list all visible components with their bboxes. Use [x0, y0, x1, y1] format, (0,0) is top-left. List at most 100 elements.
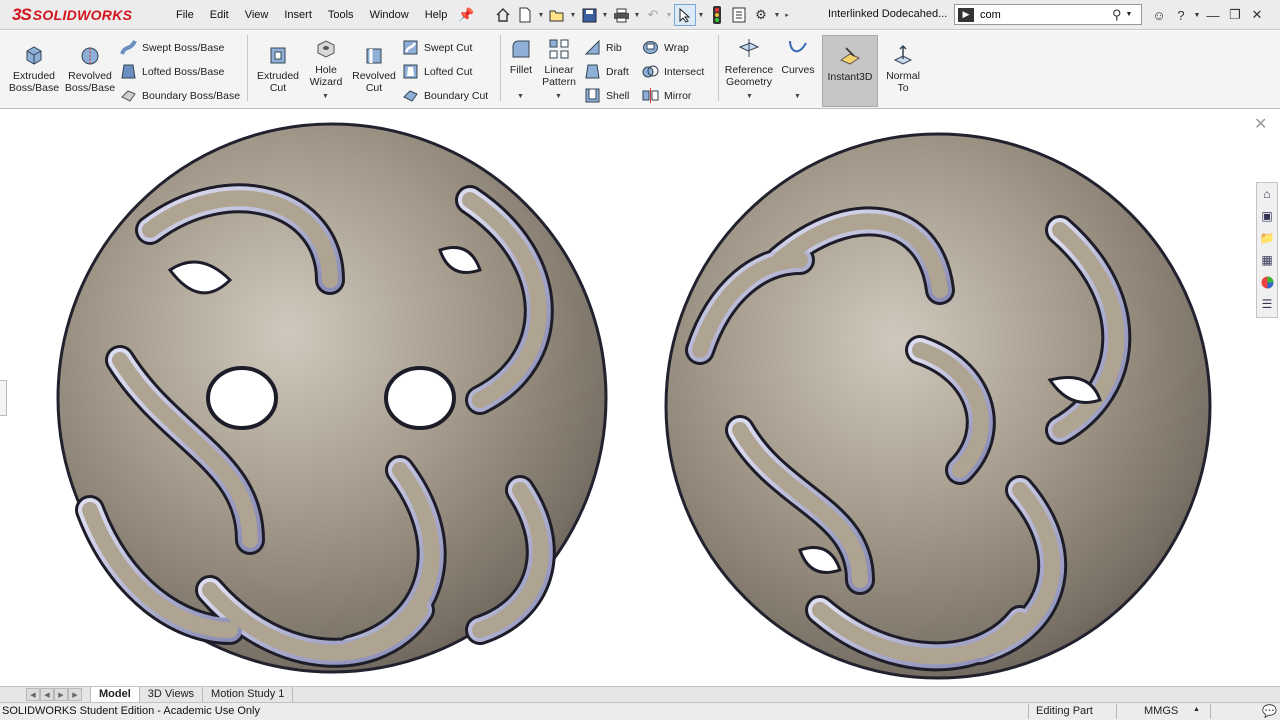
first-tab-icon[interactable]: ◀: [26, 688, 40, 701]
file-explorer-icon[interactable]: ▦: [1257, 249, 1277, 271]
chevron-down-icon[interactable]: ▼: [568, 4, 578, 26]
user-icon[interactable]: ☺: [1148, 8, 1170, 23]
lofted-cut-button[interactable]: Lofted Cut: [402, 63, 472, 80]
quick-access-toolbar: ▼ ▼ ▼ ▼ ↶ ▼ ▼ ⚙ ▼ ▸: [492, 3, 792, 27]
hole-wizard-button[interactable]: Hole Wizard: [304, 37, 348, 88]
open-icon[interactable]: [546, 4, 568, 26]
pin-menu-icon[interactable]: 📌: [458, 7, 474, 23]
chevron-down-icon[interactable]: ▼: [555, 93, 562, 100]
search-box[interactable]: ▶ ⚲ ▼: [954, 4, 1142, 25]
folder-icon[interactable]: 📁: [1257, 227, 1277, 249]
instant3d-button[interactable]: Instant3D: [822, 35, 878, 107]
print-icon[interactable]: [610, 4, 632, 26]
reference-geometry-button[interactable]: Reference Geometry: [722, 37, 776, 88]
menu-view[interactable]: View: [237, 9, 277, 21]
normal-to-button[interactable]: Normal To: [882, 43, 924, 94]
dodecahedron-sphere-left[interactable]: [56, 122, 608, 674]
tab-model[interactable]: Model: [90, 687, 140, 703]
tab-motion-study[interactable]: Motion Study 1: [203, 687, 294, 703]
lofted-boss-button[interactable]: Lofted Boss/Base: [120, 63, 224, 80]
intersect-button[interactable]: Intersect: [642, 63, 704, 80]
minimize-icon[interactable]: —: [1202, 8, 1224, 23]
chevron-up-icon[interactable]: ▲: [1193, 706, 1200, 713]
chevron-down-icon[interactable]: ▼: [322, 93, 329, 100]
traffic-light-icon[interactable]: [706, 4, 728, 26]
boundary-boss-label: Boundary Boss/Base: [142, 89, 241, 102]
close-icon[interactable]: ✕: [1254, 114, 1267, 134]
chevron-down-icon[interactable]: ▼: [536, 4, 546, 26]
swept-boss-label: Swept Boss/Base: [142, 41, 225, 54]
chevron-down-icon[interactable]: ▼: [746, 93, 753, 100]
shell-button[interactable]: Shell: [584, 87, 629, 104]
options-icon[interactable]: ⚙: [750, 4, 772, 26]
curves-button[interactable]: Curves: [780, 37, 816, 76]
expand-icon[interactable]: ▸: [782, 4, 792, 26]
tab-3d-views[interactable]: 3D Views: [140, 687, 204, 703]
draft-button[interactable]: Draft: [584, 63, 629, 80]
menu-tools[interactable]: Tools: [320, 9, 362, 21]
menu-window[interactable]: Window: [362, 9, 417, 21]
save-icon[interactable]: [578, 4, 600, 26]
last-tab-icon[interactable]: ▶: [68, 688, 82, 701]
chevron-down-icon[interactable]: ▼: [772, 4, 782, 26]
boundary-cut-button[interactable]: Boundary Cut: [402, 87, 488, 104]
search-icon[interactable]: ⚲: [1112, 7, 1122, 23]
normal-to-icon: [893, 44, 913, 65]
boundary-boss-button[interactable]: Boundary Boss/Base: [120, 87, 240, 104]
unit-system[interactable]: MMGS: [1144, 705, 1178, 717]
appearances-icon[interactable]: [1257, 271, 1277, 293]
command-search-icon[interactable]: ▶: [958, 7, 974, 22]
search-input[interactable]: [980, 8, 1110, 21]
wrap-button[interactable]: Wrap: [642, 39, 689, 56]
feature-manager-handle[interactable]: [0, 380, 7, 416]
revolved-cut-button[interactable]: Revolved Cut: [350, 43, 398, 94]
help-icon[interactable]: ?: [1170, 8, 1192, 23]
chevron-down-icon[interactable]: ▼: [664, 4, 674, 26]
dodecahedron-sphere-right[interactable]: [664, 132, 1212, 680]
model-canvas[interactable]: [0, 110, 1250, 686]
chevron-down-icon[interactable]: ▼: [1126, 11, 1133, 18]
undo-icon[interactable]: ↶: [642, 4, 664, 26]
resources-icon[interactable]: ▣: [1257, 205, 1277, 227]
linear-pattern-icon: [549, 39, 569, 59]
mirror-button[interactable]: Mirror: [642, 87, 691, 104]
menu-help[interactable]: Help: [417, 9, 456, 21]
menu-insert[interactable]: Insert: [276, 9, 320, 21]
chevron-down-icon[interactable]: ▼: [794, 93, 801, 100]
rib-icon: [584, 39, 600, 55]
swept-cut-label: Swept Cut: [424, 41, 473, 54]
revolved-boss-button[interactable]: Revolved Boss/Base: [64, 43, 116, 94]
chevron-down-icon[interactable]: ▼: [517, 93, 524, 100]
linear-pattern-button[interactable]: Linear Pattern: [538, 37, 580, 88]
close-icon[interactable]: ✕: [1246, 7, 1268, 23]
restore-icon[interactable]: ❐: [1224, 7, 1246, 23]
previous-tab-icon[interactable]: ◀: [40, 688, 54, 701]
extruded-boss-icon: [26, 46, 42, 65]
custom-properties-icon[interactable]: ☰: [1257, 293, 1277, 315]
home-icon[interactable]: [492, 4, 514, 26]
swept-cut-button[interactable]: Swept Cut: [402, 39, 472, 56]
solidworks-logo[interactable]: 3S SOLIDWORKS: [12, 2, 132, 28]
menu-file[interactable]: File: [168, 9, 202, 21]
chevron-down-icon[interactable]: ▼: [632, 4, 642, 26]
chevron-down-icon[interactable]: ▼: [1192, 12, 1202, 19]
extruded-boss-button[interactable]: Extruded Boss/Base: [8, 43, 60, 94]
rib-button[interactable]: Rib: [584, 39, 622, 56]
next-tab-icon[interactable]: ▶: [54, 688, 68, 701]
intersect-label: Intersect: [664, 65, 705, 78]
chevron-down-icon[interactable]: ▼: [696, 4, 706, 26]
graphics-viewport[interactable]: ✕ ⌂ ▣ 📁 ▦ ☰: [0, 110, 1280, 686]
swept-boss-button[interactable]: Swept Boss/Base: [120, 39, 224, 56]
file-properties-icon[interactable]: [728, 4, 750, 26]
new-icon[interactable]: [514, 4, 536, 26]
extruded-cut-button[interactable]: Extruded Cut: [254, 43, 302, 94]
select-icon[interactable]: [674, 4, 696, 26]
notification-icon[interactable]: 💬: [1262, 704, 1277, 718]
home-icon[interactable]: ⌂: [1257, 183, 1277, 205]
boundary-cut-label: Boundary Cut: [424, 89, 489, 102]
menu-edit[interactable]: Edit: [202, 9, 237, 21]
tab-navigation: ◀ ◀ ▶ ▶: [26, 688, 82, 701]
revolved-cut-icon: [366, 48, 382, 64]
fillet-button[interactable]: Fillet: [506, 37, 536, 76]
chevron-down-icon[interactable]: ▼: [600, 4, 610, 26]
